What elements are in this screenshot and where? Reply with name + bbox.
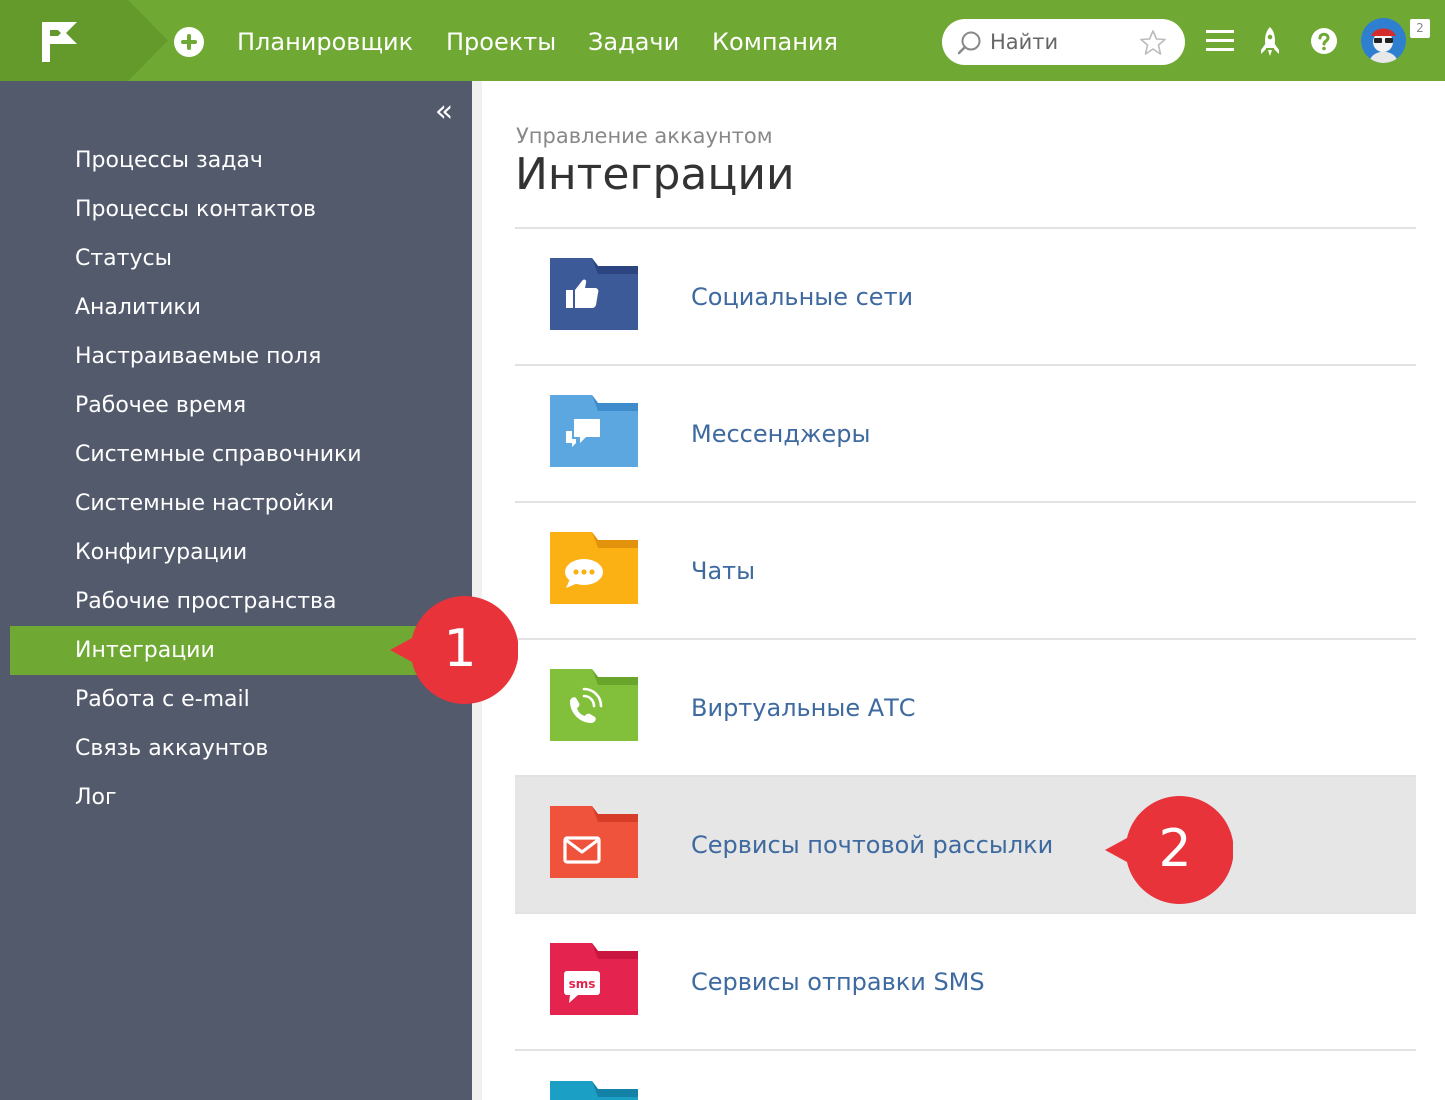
nav-tasks[interactable]: Задачи (588, 26, 679, 58)
phone-icon (550, 669, 638, 741)
sidebar-item-system-settings[interactable]: Системные настройки (10, 479, 472, 528)
user-avatar-icon (1361, 18, 1406, 63)
logo[interactable] (0, 0, 168, 81)
sidebar-item-contact-processes[interactable]: Процессы контактов (10, 185, 472, 234)
integration-virtual-pbx[interactable]: Виртуальные АТС (515, 638, 1416, 775)
sms-bubble-text: sms (569, 977, 596, 991)
search-box (942, 19, 1185, 65)
sms-bubble-icon: sms (550, 943, 638, 1015)
collapse-sidebar-button[interactable]: « (430, 97, 458, 127)
sidebar-item-analytics[interactable]: Аналитики (10, 283, 472, 332)
envelope-icon (550, 806, 638, 878)
search-icon (957, 31, 981, 55)
nav-projects[interactable]: Проекты (446, 26, 556, 58)
sidebar-item-statuses[interactable]: Статусы (10, 234, 472, 283)
integration-label[interactable]: Сервисы отправки SMS (691, 966, 985, 998)
top-bar: Планировщик Проекты Задачи Компания Найт… (0, 0, 1445, 81)
integration-more[interactable] (515, 1049, 1416, 1100)
sidebar-item-task-processes[interactable]: Процессы задач (10, 136, 472, 185)
integration-label[interactable]: Чаты (691, 555, 755, 587)
callout-marker-2: 2 (1103, 794, 1234, 910)
search-input[interactable] (990, 27, 1130, 57)
page-title: Интеграции (515, 149, 795, 200)
integration-sms-services[interactable]: sms Сервисы отправки SMS (515, 912, 1416, 1049)
sidebar-divider (472, 81, 482, 1100)
integration-social-networks[interactable]: Социальные сети (515, 227, 1416, 364)
breadcrumb[interactable]: Управление аккаунтом (516, 124, 773, 148)
logo-flag-icon (0, 0, 168, 81)
callout-number: 1 (443, 619, 477, 679)
integration-messengers[interactable]: Мессенджеры (515, 364, 1416, 501)
notification-badge[interactable]: 2 (1410, 19, 1430, 38)
chat-bubbles-icon (550, 395, 638, 467)
plus-icon[interactable] (174, 27, 204, 57)
sidebar-item-account-link[interactable]: Связь аккаунтов (10, 724, 472, 773)
star-icon[interactable] (1138, 28, 1168, 58)
sidebar-item-system-directories[interactable]: Системные справочники (10, 430, 472, 479)
integration-chats[interactable]: Чаты (515, 501, 1416, 638)
menu-icon[interactable] (1205, 28, 1235, 54)
sidebar-item-log[interactable]: Лог (10, 773, 472, 822)
avatar[interactable] (1361, 18, 1406, 63)
integration-email-newsletters[interactable]: Сервисы почтовой рассылки (515, 775, 1416, 912)
speech-bubble-icon (550, 532, 638, 604)
callout-marker-1: 1 (388, 594, 519, 710)
sidebar-item-configurations[interactable]: Конфигурации (10, 528, 472, 577)
rocket-icon[interactable] (1258, 26, 1282, 58)
folder-icon (550, 1081, 638, 1100)
nav-company[interactable]: Компания (712, 26, 838, 58)
integration-label[interactable]: Виртуальные АТС (691, 692, 916, 724)
integration-label[interactable]: Сервисы почтовой рассылки (691, 829, 1053, 861)
sidebar-item-work-time[interactable]: Рабочее время (10, 381, 472, 430)
integration-label[interactable]: Социальные сети (691, 281, 913, 313)
integration-label[interactable]: Мессенджеры (691, 418, 870, 450)
callout-number: 2 (1158, 819, 1192, 879)
sidebar-item-custom-fields[interactable]: Настраиваемые поля (10, 332, 472, 381)
nav-planner[interactable]: Планировщик (237, 26, 413, 58)
help-icon[interactable] (1310, 27, 1338, 55)
sidebar: « Процессы задач Процессы контактов Стат… (0, 81, 472, 1100)
thumbs-up-icon (550, 258, 638, 330)
